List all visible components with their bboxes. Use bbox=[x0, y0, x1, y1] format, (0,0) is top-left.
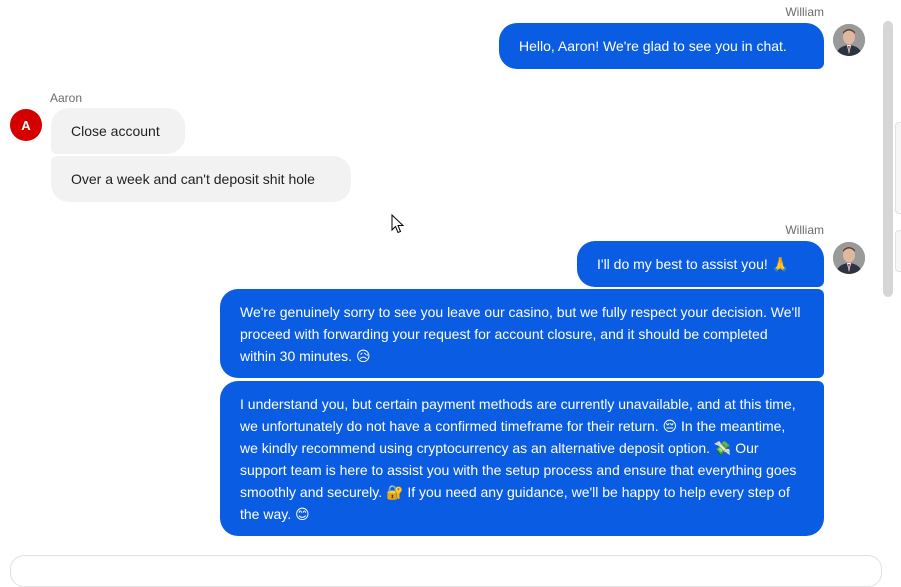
agent-message-bubble: We're genuinely sorry to see you leave o… bbox=[220, 289, 824, 378]
chat-scrollbar[interactable] bbox=[883, 21, 893, 297]
agent-message-bubble: Hello, Aaron! We're glad to see you in c… bbox=[499, 23, 824, 69]
side-panel-edge bbox=[895, 230, 901, 272]
person-photo-icon bbox=[833, 24, 865, 56]
user-message-bubble: Close account bbox=[51, 108, 185, 154]
sender-name: Aaron bbox=[50, 91, 83, 105]
side-panel-edge bbox=[895, 122, 901, 214]
sender-name: William bbox=[785, 223, 824, 237]
message-input[interactable] bbox=[10, 555, 882, 587]
agent-message-bubble: I'll do my best to assist you! 🙏 bbox=[577, 241, 824, 287]
agent-message-bubble: I understand you, but certain payment me… bbox=[220, 381, 824, 536]
user-message-bubble: Over a week and can't deposit shit hole bbox=[51, 156, 351, 202]
chat-thread: William Hello, Aaron! We're glad to see … bbox=[0, 0, 880, 568]
user-avatar: A bbox=[10, 109, 42, 141]
person-photo-icon bbox=[833, 242, 865, 274]
agent-avatar bbox=[833, 24, 865, 56]
mouse-cursor-icon bbox=[391, 214, 405, 234]
agent-avatar bbox=[833, 242, 865, 274]
sender-name: William bbox=[785, 5, 824, 19]
